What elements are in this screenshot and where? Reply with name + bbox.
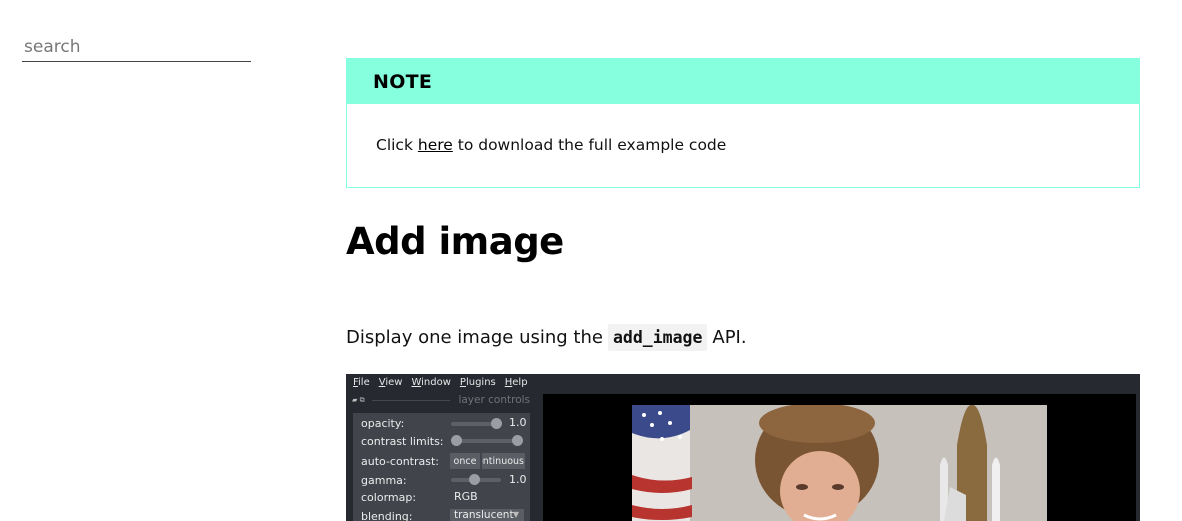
intro-text: Display one image using the [346, 327, 603, 348]
contrast-label: contrast limits: [361, 434, 444, 448]
intro-text-end: API. [712, 327, 747, 348]
once-button: once [450, 453, 480, 469]
colormap-value: RGB [454, 490, 478, 503]
astronaut-photo [632, 405, 1047, 521]
note-text-after: to download the full example code [452, 136, 727, 154]
gamma-knob [469, 474, 480, 485]
api-code: add_image [607, 324, 708, 351]
layer-controls-panel: opacity: 1.0 contrast limits: auto-contr… [353, 413, 530, 521]
intro-paragraph: Display one image using the add_image AP… [346, 324, 747, 351]
chevron-down-icon: ▼ [512, 510, 519, 519]
menu-window: Window [411, 377, 451, 388]
napari-screenshot: File View Window Plugins Help ▰ ⧉ layer … [346, 374, 1140, 521]
gamma-label: gamma: [361, 473, 407, 487]
dock-float-icon: ▰ ⧉ [352, 395, 365, 404]
download-link[interactable]: here [418, 136, 453, 154]
opacity-label: opacity: [361, 416, 405, 430]
header-rule [371, 399, 451, 401]
menu-file: File [353, 377, 370, 388]
napari-menubar: File View Window Plugins Help [346, 374, 1140, 391]
note-text-before: Click [376, 136, 418, 154]
menu-help: Help [504, 377, 528, 388]
contrast-min-knob [451, 435, 462, 446]
blending-label: blending: [361, 509, 413, 521]
blending-value: translucent [454, 509, 514, 521]
layer-controls-header: ▰ ⧉ layer controls [352, 393, 530, 407]
menu-view: View [378, 377, 403, 388]
napari-canvas [543, 394, 1136, 521]
contrast-max-knob [512, 435, 523, 446]
note-title: NOTE [347, 59, 1139, 104]
continuous-button: continuous [482, 453, 525, 469]
menu-plugins: Plugins [459, 377, 496, 388]
us-flag-image [632, 405, 692, 521]
blending-select: translucent ▼ [450, 509, 524, 521]
opacity-knob [491, 418, 502, 429]
note-body: Click here to download the full example … [347, 104, 1139, 154]
note-admonition: NOTE Click here to download the full exa… [346, 58, 1140, 188]
auto-contrast-label: auto-contrast: [361, 454, 440, 468]
page-title: Add image [346, 220, 564, 263]
gamma-value: 1.0 [509, 473, 527, 486]
contrast-slider [452, 439, 520, 443]
opacity-value: 1.0 [509, 416, 527, 429]
search-input[interactable] [22, 32, 251, 62]
colormap-label: colormap: [361, 490, 417, 504]
layer-controls-title: layer controls [458, 394, 530, 406]
